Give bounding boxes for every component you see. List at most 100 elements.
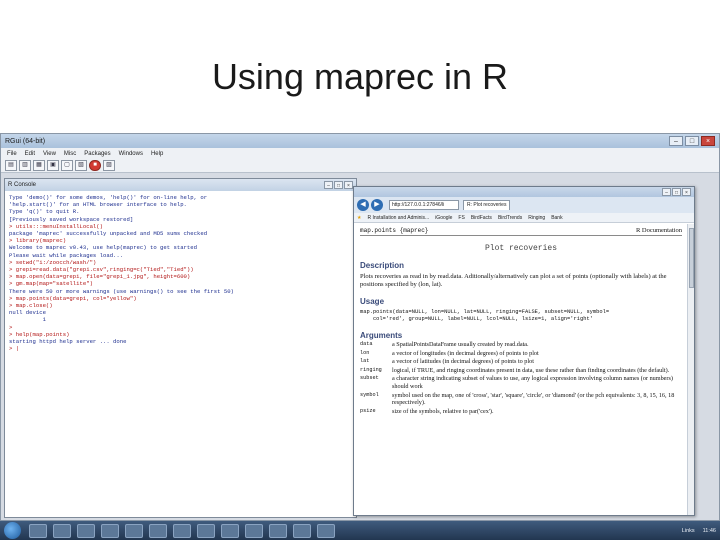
stop-icon[interactable]: ■	[89, 160, 101, 171]
taskbar-app-icon[interactable]	[29, 523, 47, 538]
browser-titlebar[interactable]: – □ ×	[354, 187, 694, 197]
console-line: null device	[9, 309, 46, 317]
paste-icon[interactable]: ▢	[61, 160, 73, 171]
taskbar-app-icon[interactable]	[197, 523, 215, 538]
console-titlebar[interactable]: R Console – □ ×	[5, 179, 356, 191]
taskbar-app-icon[interactable]	[149, 523, 167, 538]
taskbar-app-icon[interactable]	[317, 523, 335, 538]
taskbar-app-icon[interactable]	[269, 523, 287, 538]
menu-help[interactable]: Help	[151, 151, 163, 157]
argument-row: lon a vector of longitudes (in decimal de…	[360, 350, 682, 358]
desktop-screenshot: RGui (64-bit) – □ × File Edit View Misc …	[0, 133, 720, 540]
favorite-link[interactable]: FS	[458, 215, 464, 221]
argument-name: lon	[360, 349, 370, 356]
load-workspace-icon[interactable]: ▥	[19, 160, 31, 171]
argument-name: psize	[360, 407, 376, 414]
browser-close-button[interactable]: ×	[682, 188, 691, 196]
console-line: 'help.start()' for an HTML browser inter…	[9, 201, 187, 209]
taskbar-app-icon[interactable]	[53, 523, 71, 538]
browser-minimize-button[interactable]: –	[662, 188, 671, 196]
rgui-title: RGui (64-bit)	[5, 137, 46, 145]
back-icon[interactable]: ◀	[357, 199, 369, 211]
help-browser-window[interactable]: – □ × ◀ ▶ http://127.0.0.1:27846/li R: P…	[353, 186, 695, 516]
console-line: Type 'demo()' for some demos, 'help()' f…	[9, 194, 208, 201]
favorite-link[interactable]: R Installation and Adminis...	[367, 215, 429, 221]
print-icon[interactable]: ▨	[103, 160, 115, 171]
console-close-button[interactable]: ×	[344, 181, 353, 189]
console-line: package 'maprec' successfully unpacked a…	[9, 230, 208, 238]
console-line: 1	[9, 316, 46, 324]
menu-view[interactable]: View	[43, 151, 56, 157]
taskbar-app-icon[interactable]	[173, 523, 191, 538]
taskbar-app-icon[interactable]	[245, 523, 263, 538]
r-console-window[interactable]: R Console – □ × Type 'demo()' for some d…	[4, 178, 357, 518]
save-workspace-icon[interactable]: ▦	[33, 160, 45, 171]
argument-description: a vector of longitudes (in decimal degre…	[392, 349, 539, 357]
menu-windows[interactable]: Windows	[119, 151, 143, 157]
copy-paste-icon[interactable]: ▧	[75, 160, 87, 171]
description-text: Plots recoveries as read in by read.data…	[360, 273, 667, 288]
argument-row: data a SpatialPointsDataFrame usually cre…	[360, 341, 682, 349]
arguments-heading: Arguments	[360, 331, 403, 340]
taskbar-app-icon[interactable]	[221, 523, 239, 538]
menu-misc[interactable]: Misc	[64, 151, 76, 157]
slide-title: Using maprec in R	[211, 56, 509, 97]
rgui-titlebar[interactable]: RGui (64-bit) – □ ×	[1, 134, 719, 148]
taskbar-app-icon[interactable]	[77, 523, 95, 538]
favorite-link[interactable]: BirdFacts	[471, 215, 492, 221]
rgui-window: RGui (64-bit) – □ × File Edit View Misc …	[0, 133, 720, 521]
argument-name: data	[360, 341, 373, 347]
favorite-link[interactable]: iGoogle	[435, 215, 452, 221]
console-line: > |	[9, 345, 20, 353]
taskbar-app-icon[interactable]	[101, 523, 119, 538]
taskbar-app-icon[interactable]	[125, 523, 143, 538]
menu-file[interactable]: File	[7, 151, 17, 157]
copy-icon[interactable]: ▣	[47, 160, 59, 171]
argument-row: subset a character string indicating subs…	[360, 375, 682, 390]
console-line: > help(map.points)	[9, 330, 70, 338]
browser-tab[interactable]: R: Plot recoveries	[463, 200, 511, 210]
argument-description: symbol used on the map, one of 'cross', …	[392, 391, 675, 407]
help-doc-label: R Documentation	[635, 227, 682, 234]
minimize-button[interactable]: –	[669, 136, 683, 146]
menu-packages[interactable]: Packages	[84, 151, 110, 157]
usage-heading: Usage	[360, 297, 385, 306]
start-button[interactable]	[4, 522, 21, 539]
taskbar-app-icon[interactable]	[293, 523, 311, 538]
console-line: > utils:::menuInstallLocal()	[9, 222, 103, 230]
argument-row: psize size of the symbols, relative to pa…	[360, 408, 682, 416]
console-line: > map.open(data=grepi, file="grepi_1.jpg…	[9, 273, 191, 281]
console-output[interactable]: Type 'demo()' for some demos, 'help()' f…	[5, 191, 356, 517]
favorite-link[interactable]: Ringing	[528, 215, 545, 221]
console-line: Welcome to maprec v0.43, use help(maprec…	[9, 244, 197, 252]
favorite-link[interactable]: BirdTrends	[498, 215, 522, 221]
console-line: > setwd("i:/zoocch/wash/")	[9, 258, 97, 266]
console-line: > map.points(data=grepi, col="yellow")	[9, 294, 137, 302]
argument-name: lat	[360, 358, 370, 365]
console-maximize-button[interactable]: □	[334, 181, 343, 189]
menu-edit[interactable]: Edit	[25, 151, 35, 157]
argument-name: symbol	[360, 391, 379, 398]
clock[interactable]: 11:46	[703, 528, 716, 534]
help-page: map.points {maprec} R Documentation Plot…	[354, 224, 688, 515]
vertical-scrollbar[interactable]	[687, 224, 694, 515]
open-script-icon[interactable]: ▤	[5, 160, 17, 171]
maximize-button[interactable]: □	[685, 136, 699, 146]
console-line: [Previously saved workspace restored]	[9, 215, 134, 223]
favorite-link[interactable]: Bank	[551, 215, 562, 221]
address-bar[interactable]: http://127.0.0.1:27846/li	[389, 200, 459, 210]
help-header: map.points {maprec} R Documentation	[360, 224, 682, 236]
browser-maximize-button[interactable]: □	[672, 188, 681, 196]
forward-icon[interactable]: ▶	[371, 199, 383, 211]
console-line: starting httpd help server ... done	[9, 338, 127, 346]
console-minimize-button[interactable]: –	[324, 181, 333, 189]
scrollbar-thumb[interactable]	[689, 228, 694, 288]
browser-navbar: ◀ ▶ http://127.0.0.1:27846/li R: Plot re…	[354, 197, 694, 213]
console-title: R Console	[8, 182, 37, 188]
close-button[interactable]: ×	[701, 136, 715, 146]
help-topic: map.points {maprec}	[360, 227, 429, 234]
argument-description: a character string indicating subset of …	[392, 375, 673, 390]
description-heading: Description	[360, 261, 405, 270]
favorites-star-icon[interactable]: ★	[357, 215, 361, 221]
links-toolbar[interactable]: Links	[682, 528, 695, 534]
